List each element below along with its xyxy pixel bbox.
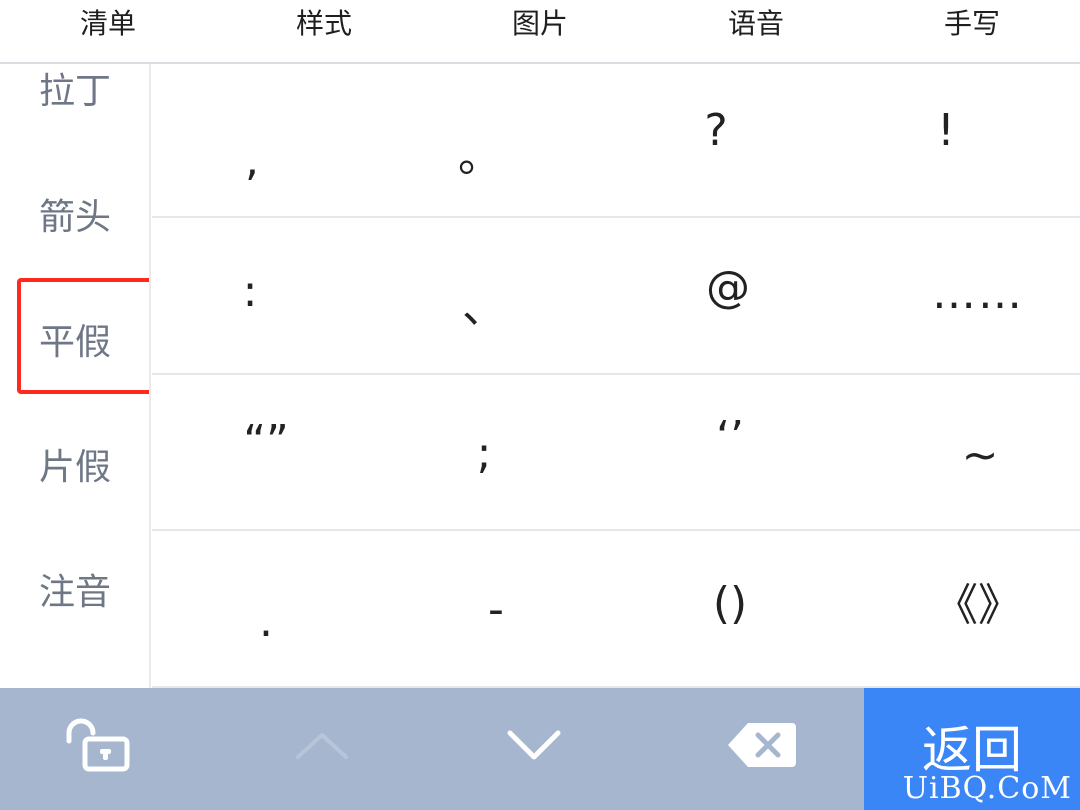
symbol-grid: , 。 ? ! : 、 @ …… “” ; ‘’ ~ . - () 《》 [152, 64, 1080, 688]
delete-button[interactable] [648, 688, 864, 810]
symbol-key-enumeration-comma[interactable]: 、 [384, 219, 616, 375]
symbol-label: “” [243, 415, 289, 467]
category-katakana[interactable]: 片假 [0, 434, 149, 494]
unlock-icon [63, 717, 133, 777]
symbol-key-single-quotes[interactable]: ‘’ [616, 375, 848, 531]
category-bopomofo[interactable]: 注音 [0, 559, 149, 619]
symbol-label: …… [932, 267, 1024, 319]
symbol-key-question[interactable]: ? [616, 64, 848, 220]
watermark-text: UiBQ.CoM [902, 771, 1072, 806]
symbol-key-parentheses[interactable]: () [616, 531, 848, 687]
symbol-label: 。 [458, 131, 502, 182]
symbol-key-semicolon[interactable]: ; [384, 375, 616, 531]
symbol-key-colon[interactable]: : [152, 219, 384, 375]
scroll-up-button[interactable] [216, 688, 432, 810]
symbol-label: @ [706, 261, 750, 313]
backspace-icon [726, 720, 798, 774]
symbol-key-book-title-marks[interactable]: 《》 [848, 531, 1080, 687]
category-hiragana[interactable]: 平假 [0, 309, 149, 369]
category-arrows[interactable]: 箭头 [0, 184, 149, 244]
symbol-label: 《》 [934, 580, 1022, 631]
scroll-down-button[interactable] [432, 688, 648, 810]
tab-voice[interactable]: 语音 [648, 0, 864, 62]
symbol-label: : [242, 265, 258, 317]
symbol-key-period-cjk[interactable]: 。 [384, 64, 616, 220]
symbol-key-exclamation[interactable]: ! [848, 64, 1080, 220]
tab-style[interactable]: 样式 [216, 0, 432, 62]
symbol-label: . [259, 595, 273, 647]
tab-list[interactable]: 清单 [0, 0, 216, 62]
return-button[interactable]: 返回 UiBQ.CoM [864, 688, 1080, 810]
bottom-toolbar [0, 688, 864, 810]
lock-button[interactable] [0, 688, 216, 810]
symbol-key-hyphen[interactable]: - [384, 531, 616, 687]
symbol-category-list: 拉丁 箭头 平假 片假 注音 [0, 64, 151, 688]
symbol-label: () [712, 577, 748, 629]
tab-image[interactable]: 图片 [432, 0, 648, 62]
symbol-key-comma[interactable]: , [152, 64, 384, 220]
category-latin[interactable]: 拉丁 [0, 64, 149, 118]
symbol-label: ‘’ [716, 411, 744, 463]
chevron-down-icon [506, 729, 562, 765]
symbol-label: ! [937, 104, 955, 156]
symbol-label: 、 [462, 282, 506, 333]
symbol-key-double-quotes[interactable]: “” [152, 375, 384, 531]
symbol-key-ellipsis[interactable]: …… [848, 219, 1080, 375]
symbol-key-tilde[interactable]: ~ [848, 375, 1080, 531]
symbol-label: , [245, 134, 259, 186]
symbol-label: ? [704, 104, 728, 156]
symbol-key-at[interactable]: @ [616, 219, 848, 375]
top-tab-bar: 清单 样式 图片 语音 手写 [0, 0, 1080, 64]
chevron-up-icon [294, 729, 350, 765]
symbol-label: ; [476, 427, 492, 479]
tab-handwriting[interactable]: 手写 [864, 0, 1080, 62]
symbol-label: - [488, 583, 504, 635]
symbol-key-dot[interactable]: . [152, 531, 384, 687]
symbol-label: ~ [961, 429, 999, 481]
